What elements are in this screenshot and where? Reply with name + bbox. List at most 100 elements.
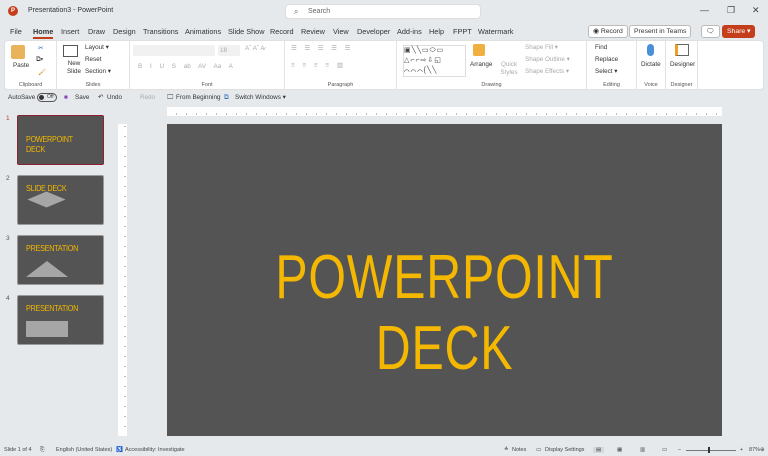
designer-label: Designer xyxy=(670,82,693,88)
slide-canvas[interactable]: POWERPOINT DECK xyxy=(167,124,722,436)
rectangle-shape xyxy=(26,321,68,337)
restore-button[interactable]: ❐ xyxy=(727,5,735,16)
new-slide-button[interactable]: New Slide xyxy=(65,60,83,76)
search-input[interactable]: ⌕ Search xyxy=(285,4,481,19)
tab-view[interactable]: View xyxy=(333,27,349,36)
tab-slide-show[interactable]: Slide Show xyxy=(228,27,265,36)
undo-icon: ↶ xyxy=(98,94,104,101)
find-button[interactable]: Find xyxy=(595,44,607,51)
fit-to-window-icon[interactable]: ⊕ xyxy=(760,447,765,453)
tab-insert[interactable]: Insert xyxy=(61,27,79,36)
accessibility-icon: ♿ xyxy=(116,447,123,453)
reset-button[interactable]: Reset xyxy=(85,56,101,63)
editing-group: Find Replace Select ▾ Editing xyxy=(587,41,637,90)
drawing-group: ▣╲╲▭⬭▭ △⌐⌐⇨⇩◱ ⌒⌒⌒{╲╲ Arrange Quick Style… xyxy=(397,41,587,90)
font-size-select[interactable]: 18 xyxy=(218,45,240,56)
shapes-gallery[interactable]: ▣╲╲▭⬭▭ △⌐⌐⇨⇩◱ ⌒⌒⌒{╲╲ xyxy=(403,45,466,77)
save-button[interactable]: Save xyxy=(75,94,89,101)
font-format-buttons[interactable]: B I U S ab AV Aa A xyxy=(138,63,233,70)
autosave-toggle[interactable]: Off xyxy=(37,93,57,102)
underline-button[interactable]: U xyxy=(159,63,164,70)
copy-icon[interactable]: ⧉▾ xyxy=(36,56,43,64)
spelling-icon[interactable]: ⎘ xyxy=(40,447,44,454)
tab-fppt[interactable]: FPPT xyxy=(453,27,472,36)
zoom-in-button[interactable]: + xyxy=(740,447,743,453)
shape-outline-button[interactable]: Shape Outline ▾ xyxy=(525,56,570,63)
cut-icon[interactable]: ✂ xyxy=(38,45,43,52)
tab-design[interactable]: Design xyxy=(113,27,136,36)
redo-button[interactable]: Redo xyxy=(140,94,155,101)
arrange-button[interactable]: Arrange xyxy=(470,61,492,68)
font-group: 18 Aˆ Aˇ A̷ B I U S ab AV Aa A Font xyxy=(130,41,285,90)
from-beginning-button[interactable]: From Beginning xyxy=(176,94,220,101)
designer-button[interactable]: Designer xyxy=(670,61,695,68)
minimize-button[interactable]: — xyxy=(700,5,709,15)
drawing-label: Drawing xyxy=(481,82,502,88)
language-status[interactable]: English (United States) xyxy=(56,447,112,453)
dictate-button[interactable]: Dictate xyxy=(641,61,661,68)
zoom-out-button[interactable]: − xyxy=(678,447,681,453)
zoom-slider[interactable] xyxy=(686,450,736,451)
replace-button[interactable]: Replace xyxy=(595,56,618,63)
present-in-teams-button[interactable]: Present in Teams xyxy=(629,25,692,38)
switch-windows-button[interactable]: Switch Windows ▾ xyxy=(235,94,286,101)
select-button[interactable]: Select ▾ xyxy=(595,68,617,75)
close-button[interactable]: ✕ xyxy=(752,5,760,16)
tab-developer[interactable]: Developer xyxy=(357,27,390,36)
strikethrough-button[interactable]: S xyxy=(172,63,176,70)
share-button[interactable]: Share ▾ xyxy=(722,25,756,38)
slide-thumbnail-2[interactable]: SLIDE DECK xyxy=(17,175,104,225)
slide-thumbnail-3[interactable]: PRESENTATION xyxy=(17,235,104,285)
shadow-button[interactable]: ab xyxy=(184,63,191,70)
paste-icon xyxy=(11,45,25,59)
bold-button[interactable]: B xyxy=(138,63,142,70)
zoom-slider-thumb[interactable] xyxy=(708,447,710,453)
slide-thumbnail-1[interactable]: POWERPOINT DECK xyxy=(17,115,104,165)
comments-button[interactable]: 🗨 xyxy=(701,25,720,38)
font-name-select[interactable] xyxy=(133,45,215,56)
microphone-icon xyxy=(647,44,654,56)
paragraph-label: Paragraph xyxy=(327,82,354,88)
tab-home[interactable]: Home xyxy=(33,27,54,39)
paste-button[interactable]: Paste xyxy=(13,62,29,69)
slide-title[interactable]: POWERPOINT DECK xyxy=(228,242,661,384)
record-button[interactable]: ◉ Record xyxy=(588,25,628,38)
clipboard-label: Clipboard xyxy=(18,82,43,88)
quick-styles-button[interactable]: Quick Styles xyxy=(498,61,520,77)
reading-view-button[interactable]: ▥ xyxy=(640,447,645,453)
zoom-level[interactable]: 87% xyxy=(749,447,760,453)
spacing-button[interactable]: AV xyxy=(198,63,206,70)
font-size-controls[interactable]: Aˆ Aˇ A̷ xyxy=(245,45,265,52)
tab-draw[interactable]: Draw xyxy=(88,27,105,36)
thumbnail-title: PRESENTATION xyxy=(26,243,79,253)
change-case-button[interactable]: Aa xyxy=(213,63,221,70)
tab-file[interactable]: File xyxy=(10,27,22,36)
shape-fill-button[interactable]: Shape Fill ▾ xyxy=(525,44,558,51)
font-color-button[interactable]: A xyxy=(229,63,233,70)
list-buttons[interactable]: ☰ ☰ ☰ ☰ ☰ xyxy=(291,45,353,52)
align-buttons[interactable]: ≡ ≡ ≡ ≡ ▥ xyxy=(291,62,346,69)
slide-show-button[interactable]: ▭ xyxy=(662,447,667,453)
normal-view-button[interactable]: ▤ xyxy=(593,447,605,453)
italic-button[interactable]: I xyxy=(150,63,152,70)
format-painter-icon[interactable]: 🖌 xyxy=(38,68,46,76)
tab-review[interactable]: Review xyxy=(301,27,325,36)
notes-button[interactable]: Notes xyxy=(512,447,526,453)
tab-animations[interactable]: Animations xyxy=(185,27,221,36)
undo-button[interactable]: Undo xyxy=(107,94,122,101)
font-label: Font xyxy=(201,82,213,88)
accessibility-status[interactable]: Accessibility: Investigate xyxy=(125,447,185,453)
tab-add-ins[interactable]: Add-ins xyxy=(397,27,422,36)
designer-icon xyxy=(675,44,689,56)
display-settings-icon: ▭ xyxy=(536,447,542,453)
shape-effects-button[interactable]: Shape Effects ▾ xyxy=(525,68,569,75)
slide-thumbnail-4[interactable]: PRESENTATION xyxy=(17,295,104,345)
section-button[interactable]: Section ▾ xyxy=(85,68,111,75)
layout-button[interactable]: Layout ▾ xyxy=(85,44,109,51)
tab-help[interactable]: Help xyxy=(429,27,444,36)
tab-record[interactable]: Record xyxy=(270,27,294,36)
display-settings-button[interactable]: Display Settings xyxy=(545,447,584,453)
tab-watermark[interactable]: Watermark xyxy=(478,27,513,36)
tab-transitions[interactable]: Transitions xyxy=(143,27,178,36)
slide-sorter-button[interactable]: ▦ xyxy=(617,447,622,453)
